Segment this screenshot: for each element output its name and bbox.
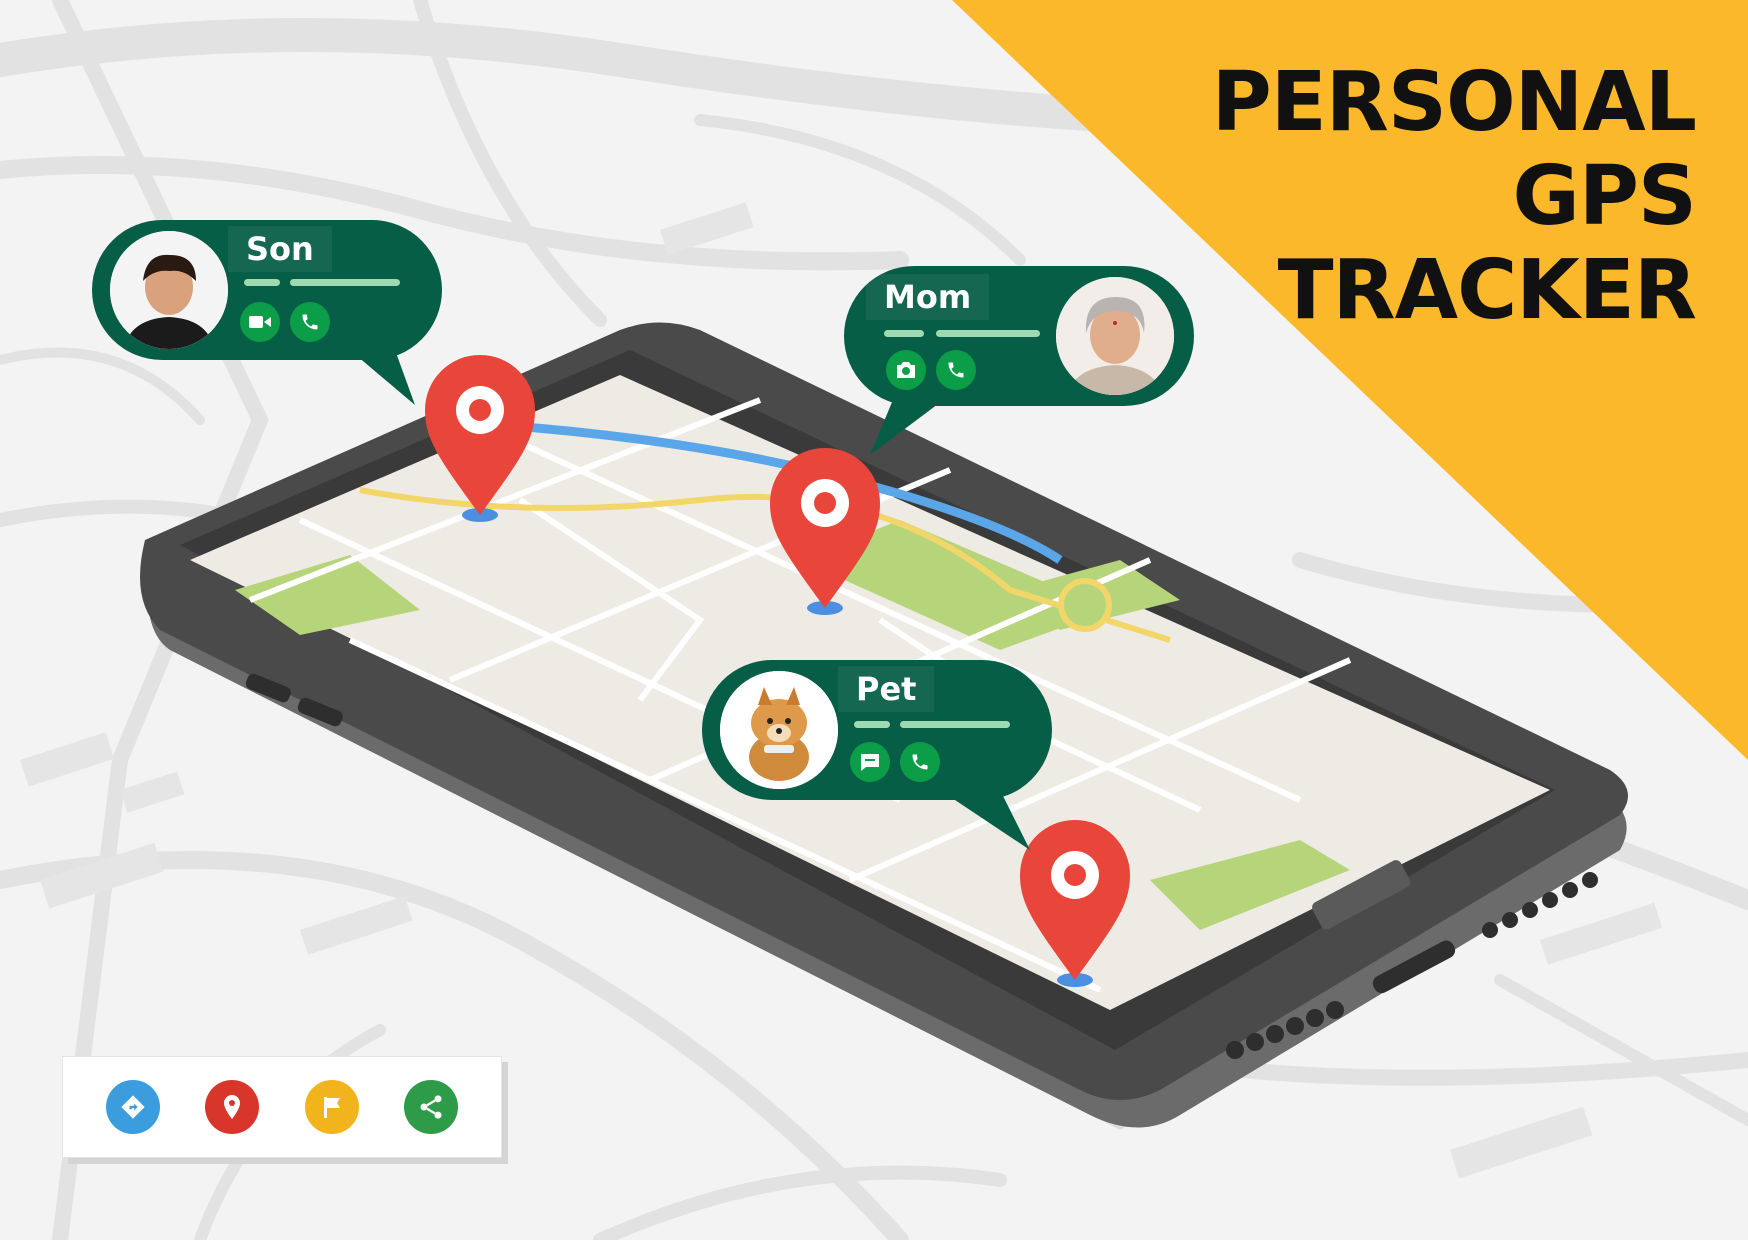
- contact-card-mom[interactable]: Mom: [844, 266, 1194, 406]
- hero-title: PERSONAL GPS TRACKER: [1176, 55, 1697, 338]
- flag-button[interactable]: [304, 1080, 359, 1134]
- contact-name-pet: Pet: [838, 666, 935, 712]
- title-line-2: GPS: [1512, 149, 1697, 244]
- avatar-son: [110, 231, 228, 349]
- avatar-pet: [720, 671, 838, 789]
- info-bar: [244, 279, 280, 286]
- directions-icon: [121, 1095, 145, 1119]
- share-button[interactable]: [404, 1080, 459, 1134]
- camera-button[interactable]: [886, 350, 926, 390]
- avatar-mom: [1056, 277, 1174, 395]
- info-bar: [900, 721, 1010, 728]
- location-pin-button[interactable]: [205, 1080, 260, 1134]
- message-button[interactable]: [850, 742, 890, 782]
- location-pin-icon: [224, 1095, 241, 1119]
- camera-icon: [897, 362, 915, 378]
- share-icon: [420, 1095, 442, 1119]
- contact-name-mom: Mom: [866, 274, 990, 320]
- phone-call-button[interactable]: [900, 742, 940, 782]
- phone-call-button[interactable]: [936, 350, 976, 390]
- phone-icon: [912, 754, 928, 770]
- video-icon: [249, 316, 271, 328]
- message-icon: [861, 754, 879, 771]
- contact-name-son: Son: [228, 226, 332, 272]
- info-bar: [884, 330, 924, 337]
- video-call-button[interactable]: [240, 302, 280, 342]
- directions-button[interactable]: [105, 1080, 160, 1134]
- flag-icon: [323, 1097, 340, 1118]
- contact-card-pet[interactable]: Pet: [702, 660, 1052, 800]
- title-line-3: TRACKER: [1277, 243, 1697, 338]
- info-bar: [936, 330, 1040, 337]
- action-toolbar: [62, 1056, 502, 1158]
- info-bar: [854, 721, 890, 728]
- phone-icon: [948, 362, 964, 378]
- phone-call-button[interactable]: [290, 302, 330, 342]
- contact-card-son[interactable]: Son: [92, 220, 442, 360]
- title-line-1: PERSONAL: [1211, 55, 1697, 150]
- phone-icon: [302, 314, 318, 330]
- info-bar: [290, 279, 400, 286]
